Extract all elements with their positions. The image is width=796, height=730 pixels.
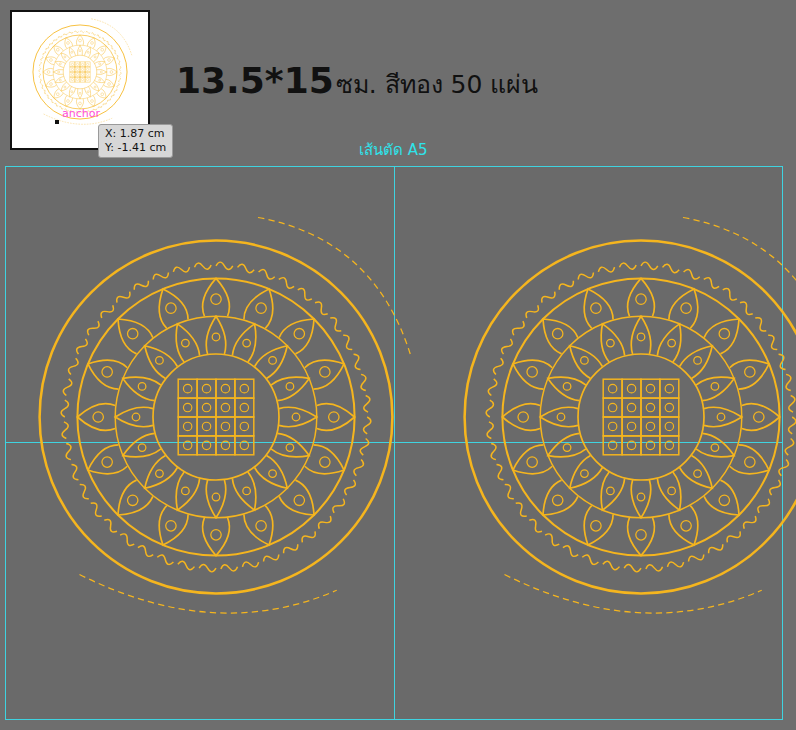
vertical-guide[interactable] bbox=[394, 167, 395, 719]
title: 13.5*15ซม. สีทอง 50 แผ่น bbox=[176, 60, 538, 104]
tooltip-x: X: 1.87 cm bbox=[105, 127, 166, 141]
cursor-icon bbox=[55, 120, 59, 124]
yantra-icon bbox=[6, 207, 426, 627]
title-rest: ซม. สีทอง 50 แผ่น bbox=[336, 64, 539, 104]
header-row: anchorX: 1.87 cmY: -1.41 cm 13.5*15ซม. สี… bbox=[5, 10, 783, 150]
yantra-design[interactable] bbox=[431, 207, 796, 631]
anchor-label: anchor bbox=[62, 108, 100, 119]
artboard[interactable] bbox=[5, 166, 783, 720]
yantra-design[interactable] bbox=[6, 207, 426, 631]
guide-label: เส้นตัด A5 bbox=[355, 138, 432, 162]
yantra-icon bbox=[431, 207, 796, 627]
tooltip-y: Y: -1.41 cm bbox=[105, 141, 166, 155]
title-size: 13.5*15 bbox=[176, 60, 334, 101]
position-tooltip: X: 1.87 cmY: -1.41 cm bbox=[98, 124, 173, 158]
thumbnail-preview[interactable]: anchorX: 1.87 cmY: -1.41 cm bbox=[10, 10, 150, 150]
